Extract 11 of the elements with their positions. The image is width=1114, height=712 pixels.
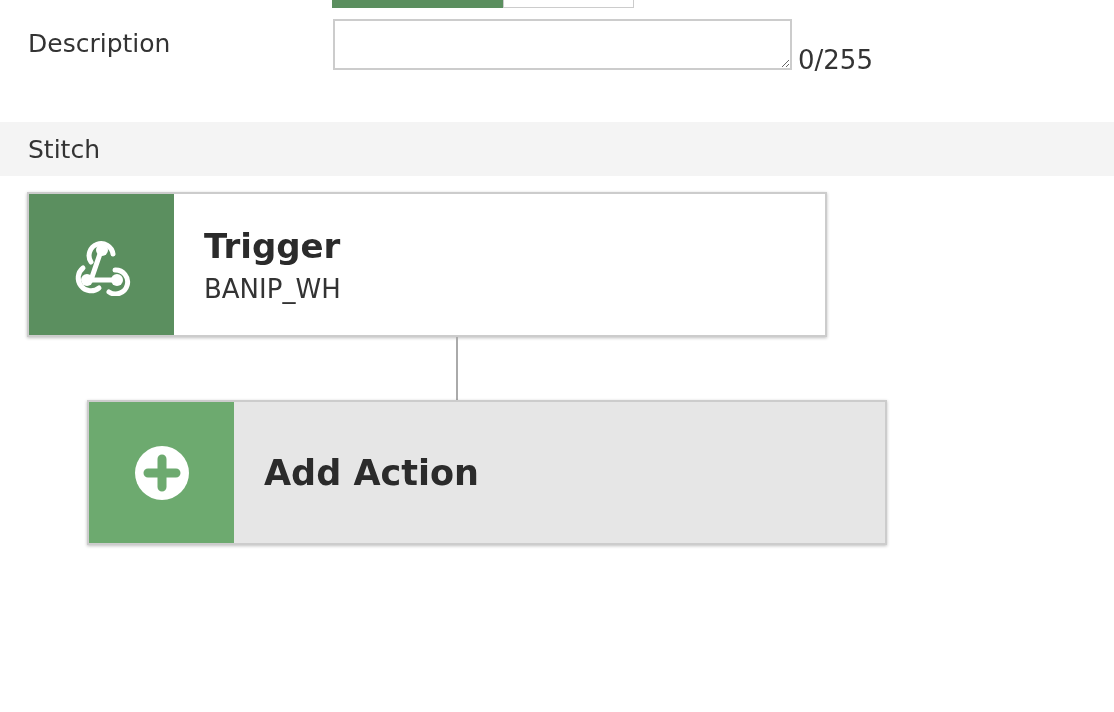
toggle-segment[interactable] xyxy=(332,0,503,8)
add-icon xyxy=(133,444,190,501)
trigger-name: BANIP_WH xyxy=(204,273,341,304)
section-title: Stitch xyxy=(28,134,100,164)
trigger-title: Trigger xyxy=(204,225,341,266)
toggle-segment[interactable] xyxy=(503,0,634,8)
trigger-card[interactable]: Trigger BANIP_WH xyxy=(27,192,827,337)
add-action-button[interactable]: Add Action xyxy=(87,400,887,545)
description-field[interactable] xyxy=(333,19,792,70)
character-counter: 0/255 xyxy=(798,45,873,75)
description-label: Description xyxy=(27,29,172,58)
